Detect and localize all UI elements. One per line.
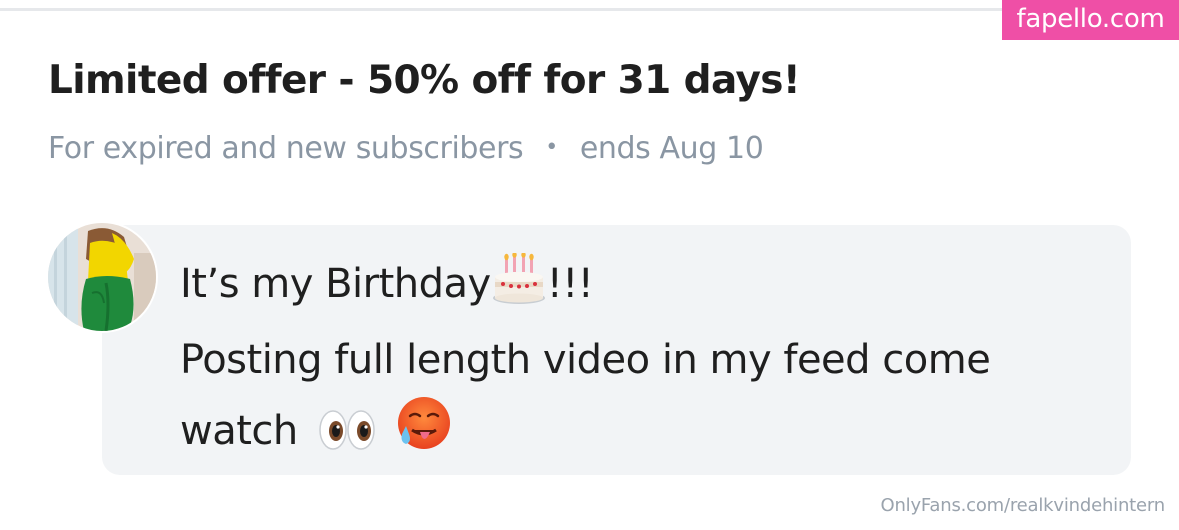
message-line-2: Posting full length video in my feed com… (180, 337, 991, 383)
offer-subtitle: For expired and new subscribers • ends Aug… (48, 128, 764, 169)
message-line-1-suffix: !!! (546, 261, 594, 307)
offer-audience: For expired and new subscribers (48, 131, 524, 166)
watermark: fapello.com (1002, 0, 1179, 40)
message-text: It’s my Birthday !!! Posting full length… (180, 250, 1110, 473)
top-divider (0, 8, 1002, 11)
avatar[interactable] (46, 221, 158, 333)
message-line-3-text: watch (180, 408, 298, 454)
eyes-icon (316, 405, 378, 473)
hot-face-icon (394, 394, 452, 473)
offer-end-date: ends Aug 10 (579, 131, 764, 166)
profile-photo-icon (48, 223, 156, 331)
message-line-1-text: It’s my Birthday (180, 261, 491, 307)
message-line-3: watch (180, 394, 1110, 473)
offer-title: Limited offer - 50% off for 31 days! (48, 58, 801, 103)
message-line-1: It’s my Birthday !!! (180, 250, 1110, 326)
footer-credit: OnlyFans.com/realkvindehintern (880, 495, 1165, 516)
birthday-cake-icon (491, 251, 547, 326)
separator-dot: • (545, 135, 558, 160)
